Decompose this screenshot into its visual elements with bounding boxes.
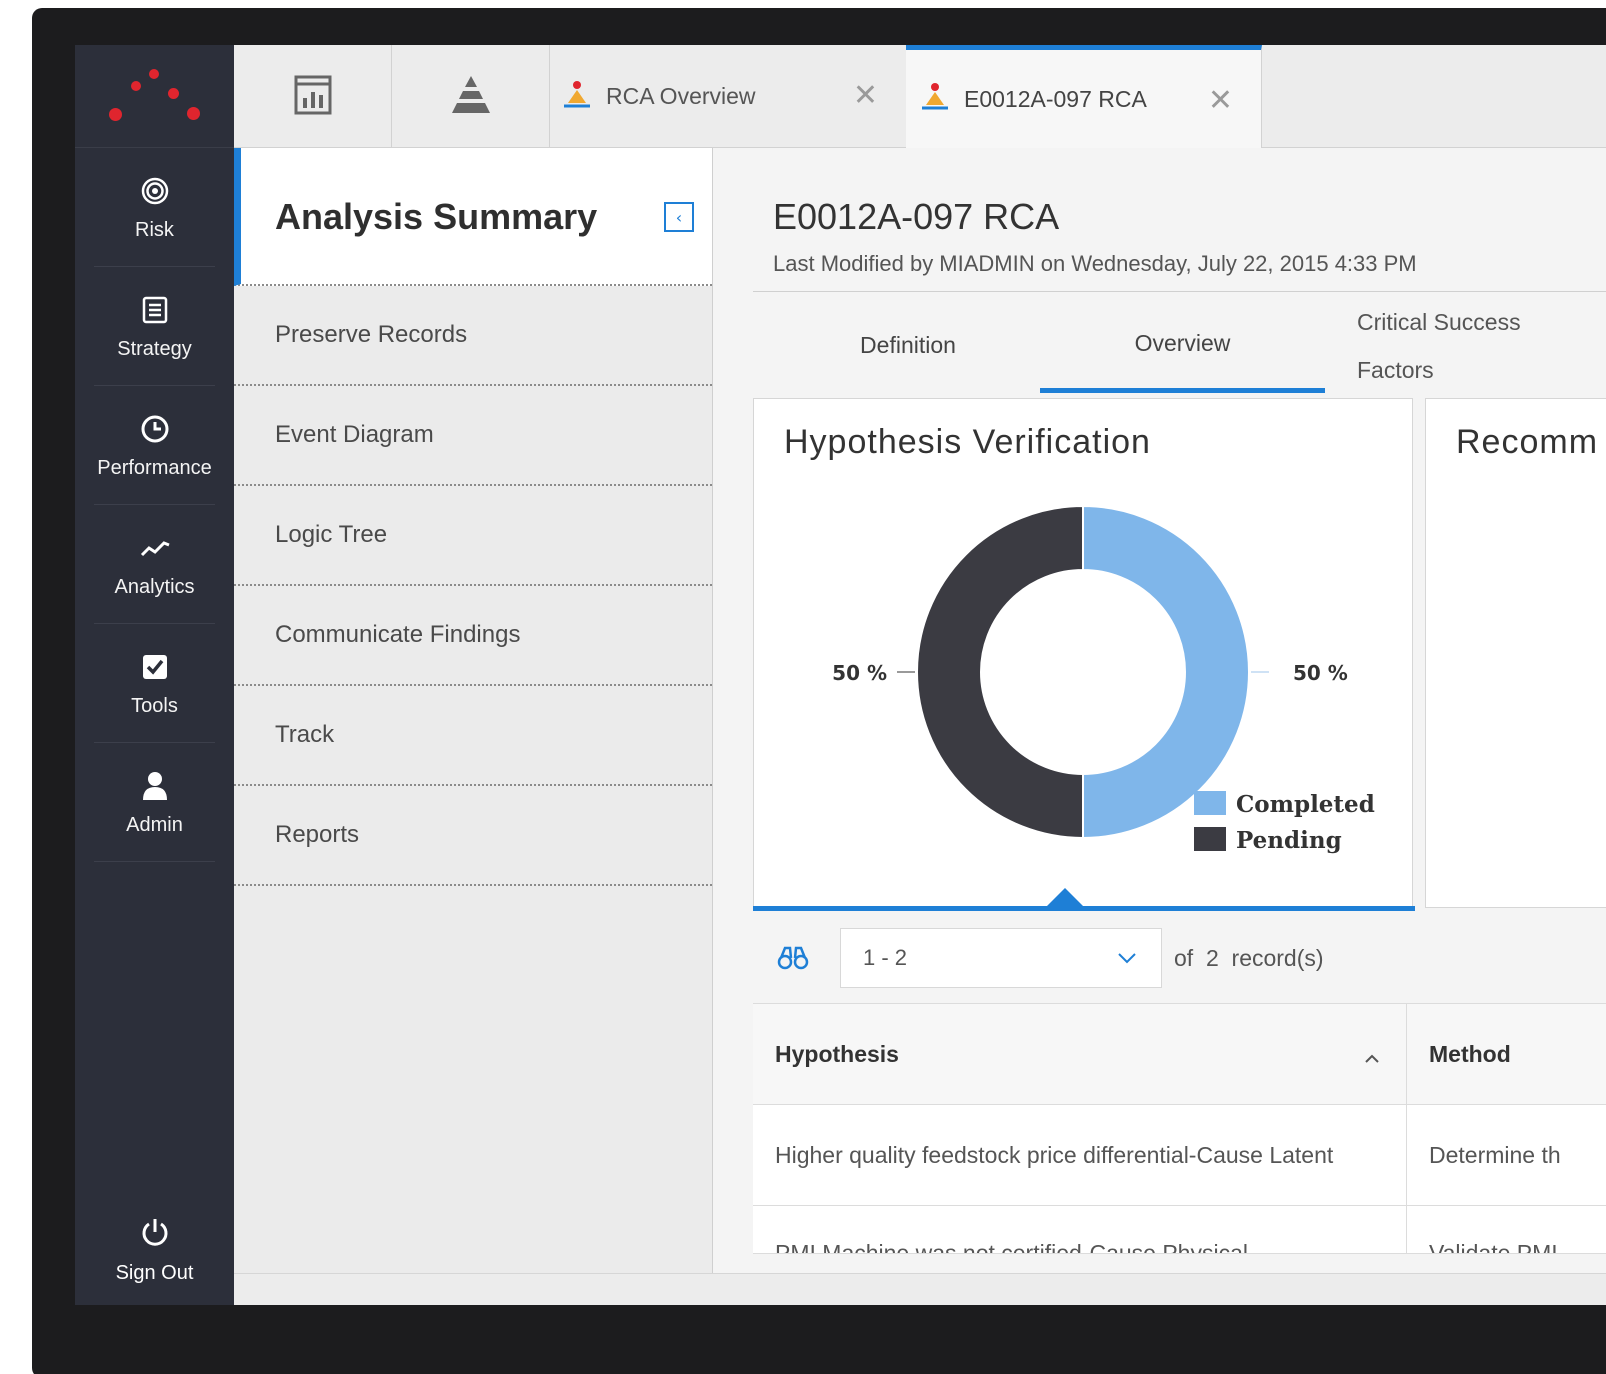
tab-label-line: Critical Success bbox=[1357, 308, 1521, 335]
summary-header: Analysis Summary ‹ bbox=[234, 148, 712, 286]
nav-label: Strategy bbox=[117, 337, 192, 360]
cell-hypothesis: PMI Machine was not certified-Cause Phys… bbox=[753, 1206, 1407, 1253]
binoculars-icon[interactable] bbox=[768, 938, 818, 978]
summary-item-communicate-findings[interactable]: Communicate Findings bbox=[234, 586, 712, 686]
app-screen: Risk Strategy Performance Analytics Tool… bbox=[75, 45, 1606, 1305]
left-nav: Risk Strategy Performance Analytics Tool… bbox=[75, 45, 234, 1305]
sort-ascending-icon[interactable] bbox=[1363, 1044, 1381, 1071]
summary-item-logic-tree[interactable]: Logic Tree bbox=[234, 486, 712, 586]
page-range-value: 1 - 2 bbox=[863, 945, 908, 970]
cell-method: Validate PMI bbox=[1407, 1206, 1606, 1253]
chevron-left-icon: ‹ bbox=[675, 207, 683, 227]
record-subtitle: Last Modified by MIADMIN on Wednesday, J… bbox=[773, 251, 1417, 276]
tab-overview[interactable]: Overview bbox=[1040, 298, 1325, 393]
target-icon bbox=[137, 173, 173, 209]
column-header-method[interactable]: Method bbox=[1407, 1004, 1606, 1104]
checkbox-icon bbox=[137, 649, 173, 685]
tab-definition[interactable]: Definition bbox=[813, 298, 1003, 393]
tab-e0012a-097-rca[interactable]: E0012A-097 RCA ✕ bbox=[906, 45, 1262, 148]
table-row[interactable]: PMI Machine was not certified-Cause Phys… bbox=[753, 1206, 1606, 1254]
nav-item-admin[interactable]: Admin bbox=[94, 743, 215, 862]
tab-critical-success-factors[interactable]: Critical Success Factors bbox=[1357, 298, 1606, 393]
table-row[interactable]: Higher quality feedstock price different… bbox=[753, 1105, 1606, 1206]
record-count: of 2 record(s) bbox=[1174, 944, 1324, 971]
tab-rca-overview[interactable]: RCA Overview ✕ bbox=[550, 45, 906, 148]
clock-icon bbox=[137, 411, 173, 447]
summary-item-reports[interactable]: Reports bbox=[234, 786, 712, 886]
nav-label: Risk bbox=[135, 218, 174, 241]
selected-card-underline bbox=[753, 906, 1415, 911]
brand-logo[interactable] bbox=[75, 45, 234, 148]
hypothesis-verification-card[interactable]: Hypothesis Verification 50 % 50 % Complete… bbox=[753, 398, 1413, 908]
chevron-down-icon bbox=[1115, 945, 1139, 975]
close-icon[interactable]: ✕ bbox=[1208, 86, 1233, 116]
record-pager: 1 - 2 of 2 record(s) bbox=[753, 928, 1606, 988]
summary-title: Analysis Summary bbox=[275, 196, 598, 237]
column-header-label: Hypothesis bbox=[775, 1040, 899, 1067]
cell-text: PMI Machine was not certified-Cause Phys… bbox=[775, 1240, 1248, 1253]
rca-icon bbox=[562, 79, 592, 115]
list-icon bbox=[137, 292, 173, 328]
summary-item-track[interactable]: Track bbox=[234, 686, 712, 786]
cell-text: Validate PMI bbox=[1429, 1240, 1558, 1253]
nav-item-tools[interactable]: Tools bbox=[94, 624, 215, 743]
nav-item-risk[interactable]: Risk bbox=[94, 148, 215, 267]
sign-out-button[interactable]: Sign Out bbox=[94, 1195, 215, 1305]
nav-label: Admin bbox=[126, 813, 183, 836]
trend-icon bbox=[137, 530, 173, 566]
tab-strip: RCA Overview ✕ E0012A-097 RCA ✕ bbox=[234, 45, 1606, 148]
page-range-select[interactable]: 1 - 2 bbox=[840, 928, 1162, 988]
legend-swatch bbox=[1194, 791, 1226, 815]
tab-label-line: Factors bbox=[1357, 356, 1434, 383]
close-icon[interactable]: ✕ bbox=[853, 81, 878, 111]
main-content: E0012A-097 RCA Last Modified by MIADMIN … bbox=[713, 148, 1606, 1273]
cell-hypothesis: Higher quality feedstock price different… bbox=[753, 1105, 1407, 1205]
donut-chart: 50 % 50 % Completed Pending bbox=[832, 504, 1375, 854]
data-label: 50 % bbox=[1293, 661, 1348, 685]
tab-label: E0012A-097 RCA bbox=[964, 85, 1147, 112]
rca-icon bbox=[920, 81, 950, 117]
donut-slice-completed[interactable] bbox=[1082, 504, 1250, 840]
record-title: E0012A-097 RCA bbox=[773, 196, 1060, 237]
nav-label: Performance bbox=[97, 456, 212, 479]
header-divider bbox=[753, 291, 1606, 292]
hierarchy-tab[interactable] bbox=[392, 45, 550, 148]
nav-label: Tools bbox=[131, 694, 178, 717]
nav-label: Analytics bbox=[114, 575, 195, 598]
recommendations-card[interactable]: Recomm bbox=[1425, 398, 1606, 908]
column-header-hypothesis[interactable]: Hypothesis bbox=[753, 1004, 1407, 1104]
user-icon bbox=[137, 768, 173, 804]
nav-item-analytics[interactable]: Analytics bbox=[94, 505, 215, 624]
card-title: Recomm bbox=[1456, 423, 1599, 461]
power-icon bbox=[139, 1216, 171, 1252]
nav-item-performance[interactable]: Performance bbox=[94, 386, 215, 505]
legend-label-pending[interactable]: Pending bbox=[1236, 827, 1342, 854]
summary-item-event-diagram[interactable]: Event Diagram bbox=[234, 386, 712, 486]
summary-item-preserve-records[interactable]: Preserve Records bbox=[234, 286, 712, 386]
tab-label: RCA Overview bbox=[606, 83, 756, 109]
cell-method: Determine th bbox=[1429, 1141, 1561, 1168]
selected-card-caret bbox=[1045, 888, 1085, 908]
pyramid-icon bbox=[449, 73, 493, 121]
analysis-summary-panel: Analysis Summary ‹ Preserve Records Even… bbox=[234, 148, 713, 1273]
collapse-panel-button[interactable]: ‹ bbox=[664, 202, 694, 232]
dashboard-tab[interactable] bbox=[234, 45, 392, 148]
data-label: 50 % bbox=[832, 661, 887, 685]
legend-label-completed[interactable]: Completed bbox=[1236, 791, 1375, 818]
column-header-label: Method bbox=[1429, 1040, 1511, 1067]
nav-item-strategy[interactable]: Strategy bbox=[94, 267, 215, 386]
legend-swatch bbox=[1194, 827, 1226, 851]
donut-slice-pending[interactable] bbox=[916, 504, 1084, 840]
grid-header-row: Hypothesis Method bbox=[753, 1004, 1606, 1105]
bottom-scroll-bar[interactable] bbox=[234, 1273, 1606, 1305]
hypothesis-grid: Hypothesis Method Higher quality feedsto… bbox=[753, 1003, 1606, 1254]
sign-out-label: Sign Out bbox=[115, 1261, 194, 1284]
report-icon bbox=[292, 74, 334, 120]
